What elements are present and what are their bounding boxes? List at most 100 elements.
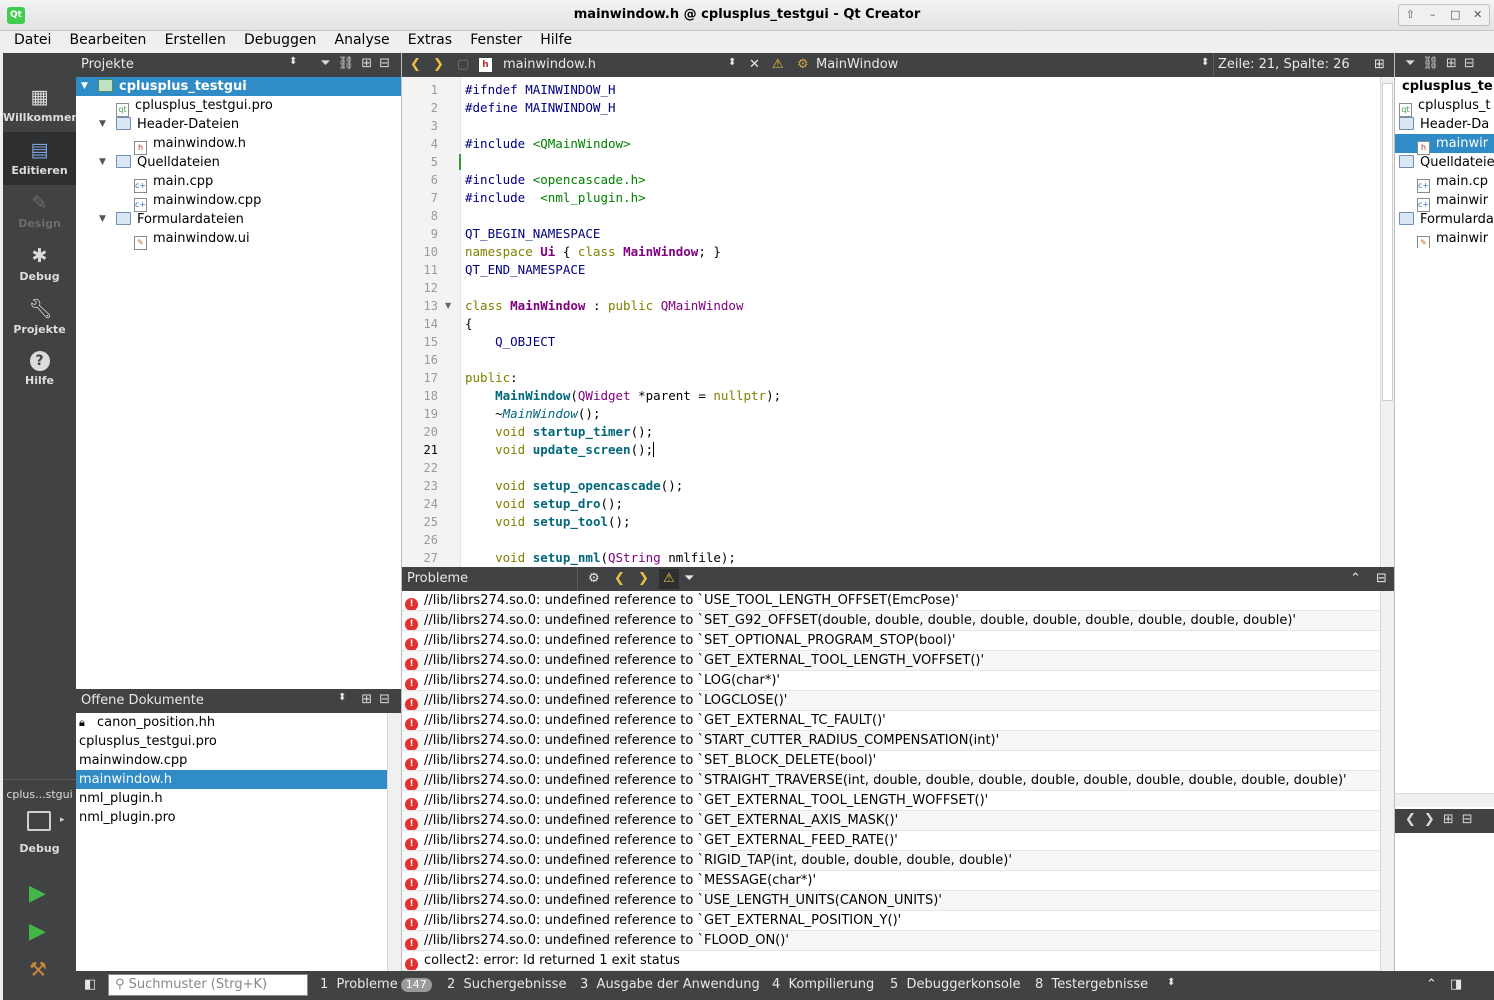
close-pane-icon[interactable]: ⊟: [379, 56, 397, 71]
tree-item-project[interactable]: ▼ cplusplus_testgui: [76, 77, 401, 96]
problem-row[interactable]: !//lib/librs274.so.0: undefined referenc…: [402, 671, 1380, 691]
editor-scrollbar[interactable]: [1380, 77, 1394, 567]
problem-row[interactable]: !//lib/librs274.so.0: undefined referenc…: [402, 711, 1380, 731]
chevron-down-icon[interactable]: ▼: [99, 115, 106, 134]
toggle-right-sidebar-icon[interactable]: ◨: [1450, 977, 1462, 992]
code-editor[interactable]: 1 2 3 4 5 6 7 8 9 10 11 12 13 14 15 16 1…: [402, 77, 1394, 567]
menu-bearbeiten[interactable]: Bearbeiten: [70, 31, 147, 48]
close-icon[interactable]: ✕: [1467, 5, 1490, 25]
problem-row[interactable]: !//lib/librs274.so.0: undefined referenc…: [402, 631, 1380, 651]
problem-row[interactable]: !//lib/librs274.so.0: undefined referenc…: [402, 891, 1380, 911]
problem-row[interactable]: !//lib/librs274.so.0: undefined referenc…: [402, 911, 1380, 931]
problem-row[interactable]: !//lib/librs274.so.0: undefined referenc…: [402, 811, 1380, 831]
tree-item-main-cpp[interactable]: c+ main.cpp: [76, 172, 401, 193]
link-icon[interactable]: ⛓: [1422, 56, 1446, 71]
menu-analyse[interactable]: Analyse: [335, 31, 390, 48]
problem-row[interactable]: !//lib/librs274.so.0: undefined referenc…: [402, 611, 1380, 631]
chevron-right-icon[interactable]: ▸: [60, 815, 65, 825]
maximize-icon[interactable]: □: [1444, 5, 1467, 25]
tab-kompilierung[interactable]: 4 Kompilierung: [772, 977, 874, 992]
problem-row[interactable]: !//lib/librs274.so.0: undefined referenc…: [402, 651, 1380, 671]
right-tree-item[interactable]: Formularda: [1395, 210, 1494, 229]
problems-scrollbar[interactable]: [1380, 591, 1394, 971]
open-doc-item[interactable]: mainwindow.cpp: [76, 751, 387, 770]
problem-row[interactable]: !//lib/librs274.so.0: undefined referenc…: [402, 871, 1380, 891]
right-tree-item[interactable]: ✎ mainwir: [1395, 229, 1494, 248]
view-select-icon[interactable]: ⬍: [338, 692, 346, 703]
right-tree-item[interactable]: c+ mainwir: [1395, 191, 1494, 212]
right-tree-item[interactable]: qt cplusplus_t: [1395, 96, 1494, 117]
context-icon[interactable]: ⚙: [588, 571, 600, 586]
filter-icon[interactable]: ⏷: [684, 571, 694, 586]
close-pane-icon[interactable]: ⊟: [1464, 56, 1482, 71]
right-tree-item[interactable]: Quelldateie: [1395, 153, 1494, 172]
split-icon[interactable]: ⊞: [1443, 812, 1462, 827]
cursor-position[interactable]: Zeile: 21, Spalte: 26: [1218, 57, 1350, 72]
chevron-down-icon[interactable]: ▼: [99, 153, 106, 172]
open-doc-item-selected[interactable]: mainwindow.h: [76, 770, 387, 789]
open-doc-item[interactable]: nml_plugin.pro: [76, 808, 387, 827]
symbol-select[interactable]: MainWindow: [816, 57, 898, 72]
more-tabs-icon[interactable]: ⬍: [1167, 977, 1175, 988]
open-doc-item[interactable]: cplusplus_testgui.pro: [76, 732, 387, 751]
warning-icon[interactable]: ⚠: [772, 57, 784, 72]
right-tree-item[interactable]: c+ main.cp: [1395, 172, 1494, 193]
mode-debug[interactable]: ✱ Debug: [3, 238, 76, 291]
problem-row[interactable]: ! collect2: error: ld returned 1 exit sta…: [402, 951, 1380, 971]
close-pane-icon[interactable]: ⊟: [1462, 812, 1481, 827]
open-doc-item[interactable]: 🔒︎ canon_position.hh: [76, 713, 387, 732]
tab-testergebnisse[interactable]: 8 Testergebnisse: [1035, 977, 1148, 992]
problem-row[interactable]: !//lib/librs274.so.0: undefined referenc…: [402, 691, 1380, 711]
tree-item-mainwindow-cpp[interactable]: c+ mainwindow.cpp: [76, 191, 401, 212]
problem-row[interactable]: !//lib/librs274.so.0: undefined referenc…: [402, 931, 1380, 951]
right-tree-item-selected[interactable]: h mainwir: [1395, 134, 1494, 155]
build-hammer-icon[interactable]: ⚒: [29, 957, 47, 981]
tree-item-mainwindow-h[interactable]: h mainwindow.h: [76, 134, 401, 155]
close-file-icon[interactable]: ✕: [749, 57, 760, 72]
problem-row[interactable]: !//lib/librs274.so.0: undefined referenc…: [402, 591, 1380, 611]
close-pane-icon[interactable]: ⊟: [1376, 571, 1387, 586]
problem-row[interactable]: !//lib/librs274.so.0: undefined referenc…: [402, 831, 1380, 851]
tab-suchergebnisse[interactable]: 2 Suchergebnisse: [447, 977, 566, 992]
chevron-down-icon[interactable]: ▼: [99, 210, 106, 229]
mode-design[interactable]: ✎ Design: [3, 185, 76, 238]
prev-icon[interactable]: ❮: [614, 571, 625, 586]
next-icon[interactable]: ❯: [1424, 812, 1443, 827]
monitor-icon[interactable]: [27, 811, 51, 831]
close-pane-icon[interactable]: ⊟: [379, 692, 397, 707]
tree-item-form-folder[interactable]: ▼ Formulardateien: [76, 210, 401, 229]
toggle-sidebar-icon[interactable]: ◧: [84, 977, 96, 992]
current-file[interactable]: mainwindow.h: [503, 57, 596, 72]
problem-row[interactable]: !//lib/librs274.so.0: undefined referenc…: [402, 791, 1380, 811]
horizontal-scrollbar[interactable]: [1395, 793, 1494, 807]
menu-datei[interactable]: Datei: [14, 31, 51, 48]
split-icon[interactable]: ⊞: [361, 692, 379, 707]
mode-willkommen[interactable]: ▦ Willkommen: [3, 79, 79, 132]
locator-search-input[interactable]: ⚲ Suchmuster (Strg+K): [108, 974, 308, 996]
file-select-icon[interactable]: ⬍: [728, 57, 736, 68]
maximize-pane-icon[interactable]: ⌃: [1350, 571, 1361, 586]
tree-item-header-folder[interactable]: ▼ Header-Dateien: [76, 115, 401, 134]
link-icon[interactable]: ⛓: [338, 56, 362, 71]
debug-run-icon[interactable]: ▶: [29, 919, 46, 944]
menu-extras[interactable]: Extras: [408, 31, 452, 48]
tab-debuggerkonsole[interactable]: 5 Debuggerkonsole: [890, 977, 1021, 992]
forward-icon[interactable]: ❯: [433, 57, 444, 72]
symbol-select-icon[interactable]: ⬍: [1201, 57, 1209, 68]
chevron-down-icon[interactable]: ▼: [81, 77, 88, 96]
view-select-icon[interactable]: ⬍: [289, 56, 297, 67]
problem-row[interactable]: !//lib/librs274.so.0: undefined referenc…: [402, 771, 1380, 791]
mode-hilfe[interactable]: ? Hilfe: [3, 344, 76, 397]
filter-icon[interactable]: ⏷: [320, 56, 337, 71]
minimize-icon[interactable]: –: [1422, 5, 1445, 25]
mode-projekte[interactable]: 🔧︎ Projekte: [3, 291, 76, 344]
menu-erstellen[interactable]: Erstellen: [165, 31, 226, 48]
mode-editieren[interactable]: ▤ Editieren: [3, 132, 76, 185]
scrollbar-thumb[interactable]: [1382, 83, 1393, 401]
menu-fenster[interactable]: Fenster: [470, 31, 522, 48]
problem-row[interactable]: !//lib/librs274.so.0: undefined referenc…: [402, 851, 1380, 871]
open-docs-scrollbar[interactable]: [387, 713, 401, 971]
split-icon[interactable]: ⊞: [361, 56, 379, 71]
prev-icon[interactable]: ❮: [1405, 812, 1424, 827]
next-icon[interactable]: ❯: [638, 571, 649, 586]
